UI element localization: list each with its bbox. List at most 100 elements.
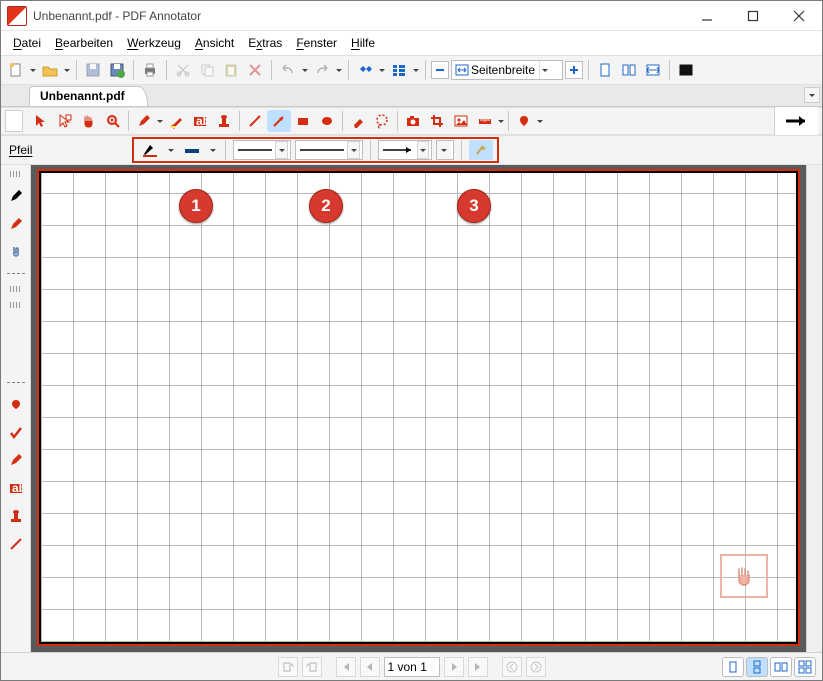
sidebar-button[interactable] xyxy=(388,59,410,81)
zoom-combo[interactable]: Seitenbreite xyxy=(451,60,563,80)
pen-tool[interactable] xyxy=(132,110,156,132)
undo-button[interactable] xyxy=(277,59,299,81)
linecolor-button[interactable] xyxy=(180,140,204,160)
paste-button[interactable] xyxy=(220,59,242,81)
view-two[interactable] xyxy=(770,657,792,677)
line-tool[interactable] xyxy=(243,110,267,132)
snapshot-tool[interactable] xyxy=(401,110,425,132)
zoom-out-button[interactable] xyxy=(431,61,449,79)
page-canvas[interactable]: 1 2 3 xyxy=(37,169,800,646)
document-tab[interactable]: Unbenannt.pdf xyxy=(29,86,148,106)
next-page[interactable] xyxy=(444,657,464,677)
arrowend-combo[interactable] xyxy=(436,140,454,160)
zoom-in-button[interactable] xyxy=(565,61,583,79)
page-field[interactable]: 1 von 1 xyxy=(384,657,440,677)
lasso-tool[interactable] xyxy=(370,110,394,132)
next-button[interactable] xyxy=(774,107,818,135)
document-viewport[interactable]: 1 2 3 xyxy=(31,165,822,652)
undo-dropdown[interactable] xyxy=(301,66,309,75)
menu-fenster[interactable]: Fenster xyxy=(290,34,343,52)
menu-werkzeug[interactable]: Werkzeug xyxy=(121,34,187,52)
stamp-tool[interactable] xyxy=(212,110,236,132)
prev-page[interactable] xyxy=(360,657,380,677)
open-dropdown[interactable] xyxy=(63,66,71,75)
linewidth-combo[interactable] xyxy=(295,140,363,160)
measure-dropdown[interactable] xyxy=(497,117,505,126)
menu-bearbeiten[interactable]: Bearbeiten xyxy=(49,34,119,52)
rect-tool[interactable] xyxy=(291,110,315,132)
fav-pen-red[interactable] xyxy=(5,213,27,235)
measure-tool[interactable] xyxy=(473,110,497,132)
minimize-button[interactable] xyxy=(684,1,730,30)
menu-extras[interactable]: Extras xyxy=(242,34,288,52)
fav-check[interactable] xyxy=(5,421,27,443)
layout-single-button[interactable] xyxy=(594,59,616,81)
cut-button[interactable] xyxy=(172,59,194,81)
save-button[interactable] xyxy=(82,59,104,81)
copy-button[interactable] xyxy=(196,59,218,81)
grip2-icon[interactable] xyxy=(10,286,22,292)
ellipse-tool[interactable] xyxy=(315,110,339,132)
new-button[interactable] xyxy=(5,59,27,81)
delete-button[interactable] xyxy=(244,59,266,81)
pen-dropdown[interactable] xyxy=(156,117,164,126)
view-two-cont[interactable] xyxy=(794,657,816,677)
linecolor-dropdown[interactable] xyxy=(208,140,218,160)
arrowstyle-combo[interactable] xyxy=(378,140,432,160)
highlighter-tool[interactable] xyxy=(164,110,188,132)
grip3-icon[interactable] xyxy=(10,302,22,308)
sidebar-dropdown[interactable] xyxy=(412,66,420,75)
fav-line[interactable] xyxy=(5,533,27,555)
crop-tool[interactable] xyxy=(425,110,449,132)
toolbox-toggle[interactable] xyxy=(5,110,23,132)
arrow-tool[interactable] xyxy=(267,110,291,132)
view-continuous[interactable] xyxy=(746,657,768,677)
color-button[interactable] xyxy=(138,140,162,160)
color-dropdown[interactable] xyxy=(166,140,176,160)
redo-button[interactable] xyxy=(311,59,333,81)
fav-stamp[interactable] xyxy=(5,505,27,527)
image-tool[interactable] xyxy=(449,110,473,132)
layout-width-button[interactable] xyxy=(642,59,664,81)
tab-more-dropdown[interactable] xyxy=(804,87,820,103)
zoom-tool[interactable] xyxy=(101,110,125,132)
linestyle-combo[interactable] xyxy=(233,140,291,160)
last-page[interactable] xyxy=(468,657,488,677)
nav-fwd[interactable] xyxy=(526,657,546,677)
vertical-scrollbar[interactable] xyxy=(806,165,822,652)
hand-hint[interactable] xyxy=(720,554,768,598)
snap-button[interactable] xyxy=(469,140,493,160)
page-rotate-left[interactable] xyxy=(278,657,298,677)
layout-two-button[interactable] xyxy=(618,59,640,81)
fav-pen2[interactable] xyxy=(5,449,27,471)
fav-clip[interactable] xyxy=(5,241,27,263)
search-button[interactable] xyxy=(354,59,376,81)
maximize-button[interactable] xyxy=(730,1,776,30)
nav-back[interactable] xyxy=(502,657,522,677)
fav-heart[interactable] xyxy=(5,393,27,415)
select-tool[interactable] xyxy=(29,110,53,132)
grip-icon[interactable] xyxy=(10,171,22,177)
fav-pen-black[interactable] xyxy=(5,185,27,207)
redo-dropdown[interactable] xyxy=(335,66,343,75)
close-button[interactable] xyxy=(776,1,822,30)
eraser-tool[interactable] xyxy=(346,110,370,132)
menu-ansicht[interactable]: Ansicht xyxy=(189,34,240,52)
fav-textbox[interactable]: ab xyxy=(5,477,27,499)
favorites-button[interactable] xyxy=(512,110,536,132)
pan-tool[interactable] xyxy=(77,110,101,132)
saveas-button[interactable] xyxy=(106,59,128,81)
print-button[interactable] xyxy=(139,59,161,81)
select-text-tool[interactable] xyxy=(53,110,77,132)
first-page[interactable] xyxy=(336,657,356,677)
new-dropdown[interactable] xyxy=(29,66,37,75)
favorites-dropdown[interactable] xyxy=(536,117,544,126)
page-rotate-right[interactable] xyxy=(302,657,322,677)
menu-datei[interactable]: Datei xyxy=(7,34,47,52)
menu-hilfe[interactable]: Hilfe xyxy=(345,34,381,52)
open-button[interactable] xyxy=(39,59,61,81)
view-single[interactable] xyxy=(722,657,744,677)
fullscreen-button[interactable] xyxy=(675,59,697,81)
search-dropdown[interactable] xyxy=(378,66,386,75)
text-tool[interactable]: ab xyxy=(188,110,212,132)
